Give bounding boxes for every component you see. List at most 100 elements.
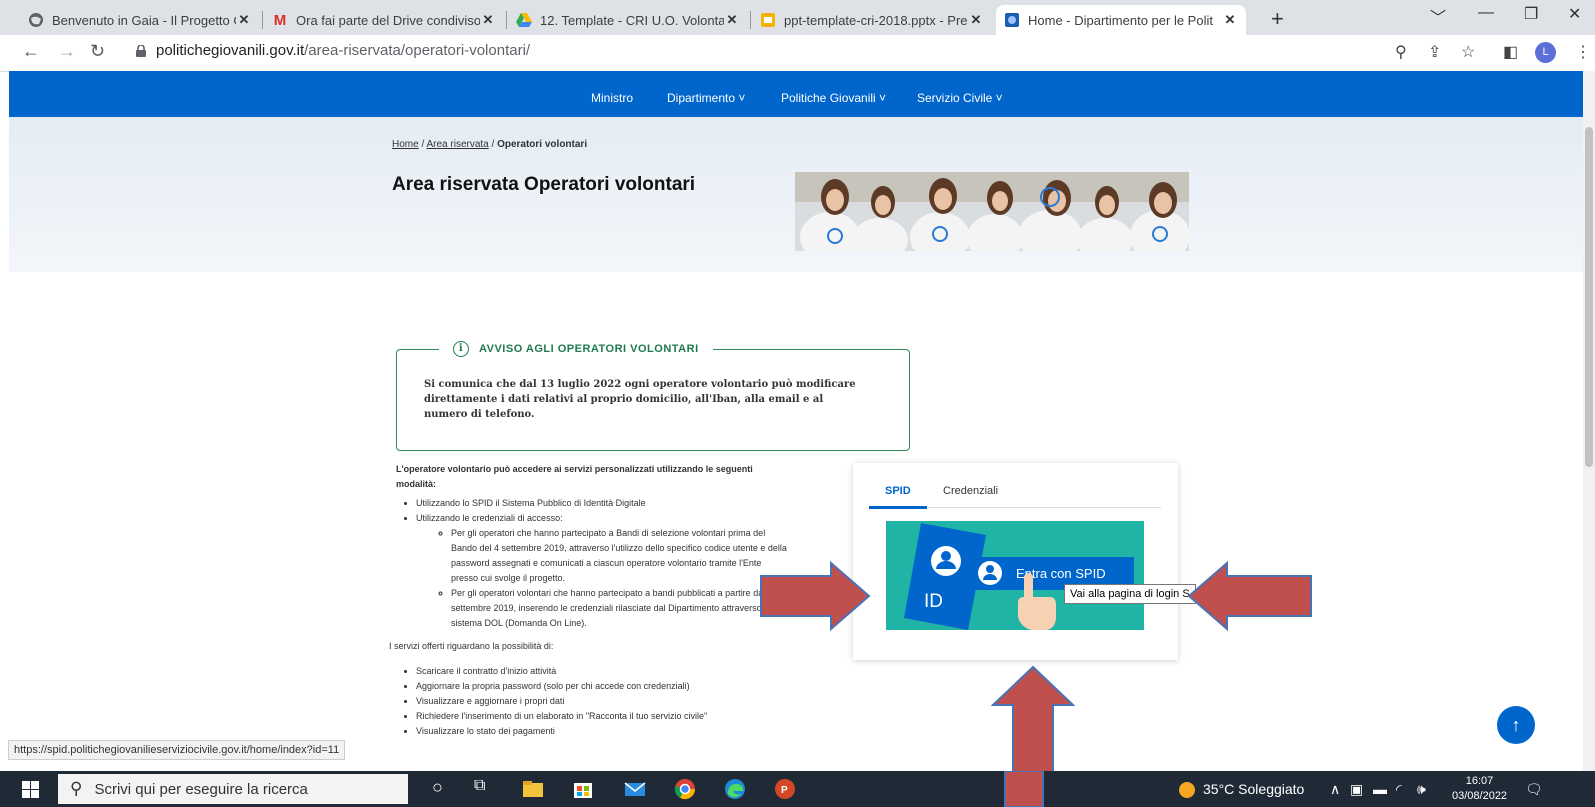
notice-body: Si comunica che dal 13 luglio 2022 ogni …	[424, 379, 856, 420]
wifi-icon[interactable]: ◜	[1396, 781, 1401, 798]
notice-title: i AVVISO AGLI OPERATORI VOLONTARI	[439, 341, 713, 357]
arrow-right-annotation	[760, 561, 871, 631]
arrow-up-annotation	[991, 665, 1075, 771]
taskbar-clock[interactable]: 16:07 03/08/2022	[1452, 774, 1507, 804]
bookmark-star-icon[interactable]: ☆	[1461, 42, 1475, 62]
browser-tab-active[interactable]: Home - Dipartimento per le Polit ✕	[996, 5, 1246, 35]
tab-search-icon[interactable]: ﹀	[1430, 4, 1446, 28]
battery-icon[interactable]: ▬	[1373, 781, 1387, 797]
notice-title-text: AVVISO AGLI OPERATORI VOLONTARI	[479, 343, 699, 355]
login-tabs: SPID Credenziali	[869, 483, 1161, 509]
notifications-icon[interactable]: 🗨	[1525, 781, 1543, 798]
nav-dipartimento[interactable]: Dipartimento ˅	[667, 91, 745, 105]
tab-spid[interactable]: SPID	[885, 485, 911, 497]
credentials-sublist: Per gli operatori che hanno partecipato …	[442, 526, 789, 631]
lock-icon[interactable]	[136, 45, 146, 57]
close-icon[interactable]: ✕	[236, 12, 252, 28]
site-main-nav: Ministro Dipartimento ˅ Politiche Giovan…	[9, 71, 1583, 117]
list-item: Aggiornare la propria password (solo per…	[416, 679, 789, 694]
store-icon[interactable]	[572, 778, 594, 800]
access-lead: L'operatore volontario può accedere ai s…	[396, 464, 753, 489]
nav-ministro[interactable]: Ministro	[591, 91, 633, 105]
tab-title: Benvenuto in Gaia - Il Progetto G	[52, 12, 236, 28]
spid-login-banner[interactable]: ID Entra con SPID	[886, 521, 1144, 630]
tray-expand-icon[interactable]: ∧	[1330, 781, 1340, 798]
close-icon[interactable]: ✕	[724, 12, 740, 28]
file-explorer-icon[interactable]	[522, 778, 544, 800]
cortana-icon[interactable]: ○	[432, 777, 443, 798]
minimize-icon[interactable]: —	[1478, 4, 1494, 22]
tray-app-icon[interactable]: ▣	[1350, 781, 1363, 798]
tab-title: 12. Template - CRI U.O. Volontari	[540, 12, 724, 28]
side-panel-icon[interactable]: ◧	[1503, 42, 1518, 62]
tab-credenziali[interactable]: Credenziali	[943, 485, 998, 497]
tab-separator	[750, 11, 751, 29]
page-title: Area riservata Operatori volontari	[392, 174, 696, 195]
list-item-text: Utilizzando le credenziali di accesso:	[416, 513, 563, 523]
mail-icon[interactable]	[624, 778, 646, 800]
browser-tab-drive[interactable]: 12. Template - CRI U.O. Volontari ✕	[508, 5, 748, 35]
scroll-to-top-button[interactable]: ↑	[1497, 706, 1535, 744]
weather-text[interactable]: 35°C Soleggiato	[1203, 781, 1304, 797]
powerpoint-icon[interactable]: P	[774, 778, 796, 800]
nav-servizio-civile[interactable]: Servizio Civile ˅	[917, 91, 1003, 105]
share-icon[interactable]: ⇪	[1428, 42, 1441, 62]
active-tab-indicator	[869, 506, 927, 509]
breadcrumb-home[interactable]: Home	[392, 139, 419, 150]
address-bar[interactable]: politichegiovanili.gov.it/area-riservata…	[156, 42, 530, 59]
list-item: Utilizzando le credenziali di accesso: P…	[416, 511, 789, 631]
windows-taskbar: ⚲ Scrivi qui per eseguire la ricerca ○ ⧉…	[0, 771, 1595, 807]
access-modes-list: Utilizzando lo SPID il Sistema Pubblico …	[407, 496, 789, 631]
user-icon	[978, 561, 1002, 585]
task-view-icon[interactable]: ⧉	[474, 777, 485, 795]
breadcrumb: Home / Area riservata / Operatori volont…	[392, 139, 587, 150]
list-item: Scaricare il contratto d'inizio attività	[416, 664, 789, 679]
browser-tab-strip: Benvenuto in Gaia - Il Progetto G ✕ M Or…	[0, 0, 1595, 35]
close-icon[interactable]: ✕	[1222, 12, 1238, 28]
scrollbar-thumb[interactable]	[1585, 127, 1593, 467]
new-tab-button[interactable]: +	[1271, 6, 1284, 32]
url-path: /area-riservata/operatori-volontari/	[304, 42, 531, 59]
list-item: Richiedere l'inserimento di un elaborato…	[416, 709, 789, 724]
access-info: L'operatore volontario può accedere ai s…	[389, 462, 789, 743]
volume-icon[interactable]: 🕪	[1417, 781, 1426, 798]
window-close-icon[interactable]: ✕	[1568, 4, 1581, 24]
back-icon[interactable]: ←	[22, 41, 40, 62]
breadcrumb-area-riservata[interactable]: Area riservata	[426, 139, 488, 150]
edge-icon[interactable]	[724, 778, 746, 800]
chrome-icon[interactable]	[674, 778, 696, 800]
arrow-up-annotation-tail	[1004, 771, 1044, 807]
restore-icon[interactable]: ❐	[1524, 4, 1538, 24]
status-bar-url: https://spid.politichegiovanilieservizio…	[8, 740, 346, 760]
tab-separator	[506, 11, 507, 29]
list-item: Visualizzare e aggiornare i propri dati	[416, 694, 789, 709]
breadcrumb-separator: /	[491, 139, 495, 150]
browser-tab-gaia[interactable]: Benvenuto in Gaia - Il Progetto G ✕	[20, 5, 260, 35]
web-page: Ministro Dipartimento ˅ Politiche Giovan…	[9, 71, 1583, 771]
windows-start-icon[interactable]	[22, 781, 39, 798]
taskbar-search-input[interactable]: ⚲ Scrivi qui per eseguire la ricerca	[58, 774, 408, 804]
info-icon: i	[453, 341, 469, 357]
spid-id-label: ID	[924, 591, 943, 612]
list-item: Visualizzare lo stato dei pagamenti	[416, 724, 789, 739]
browser-tab-slides[interactable]: ppt-template-cri-2018.pptx - Pre ✕	[752, 5, 992, 35]
menu-kebab-icon[interactable]: ⋮	[1575, 42, 1591, 62]
reload-icon[interactable]: ↻	[90, 41, 105, 62]
close-icon[interactable]: ✕	[968, 12, 984, 28]
page-scrollbar[interactable]	[1583, 71, 1595, 771]
slides-icon	[760, 12, 776, 28]
svg-text:P: P	[781, 785, 788, 796]
search-icon: ⚲	[70, 779, 83, 798]
list-item: Per gli operatori volontari che hanno pa…	[451, 586, 789, 631]
browser-tab-gmail[interactable]: M Ora fai parte del Drive condiviso ✕	[264, 5, 504, 35]
profile-avatar[interactable]: L	[1535, 42, 1556, 63]
forward-icon[interactable]: →	[58, 41, 76, 62]
pointing-hand-icon	[1018, 573, 1056, 630]
url-domain: politichegiovanili.gov.it	[156, 42, 305, 59]
arrow-left-annotation	[1187, 561, 1312, 631]
close-icon[interactable]: ✕	[480, 12, 496, 28]
login-card: SPID Credenziali ID Entra con SPID	[853, 463, 1178, 660]
nav-politiche-giovanili[interactable]: Politiche Giovanili ˅	[781, 91, 886, 105]
services-list: Scaricare il contratto d'inizio attività…	[407, 664, 789, 739]
zoom-icon[interactable]: ⚲	[1395, 42, 1407, 62]
